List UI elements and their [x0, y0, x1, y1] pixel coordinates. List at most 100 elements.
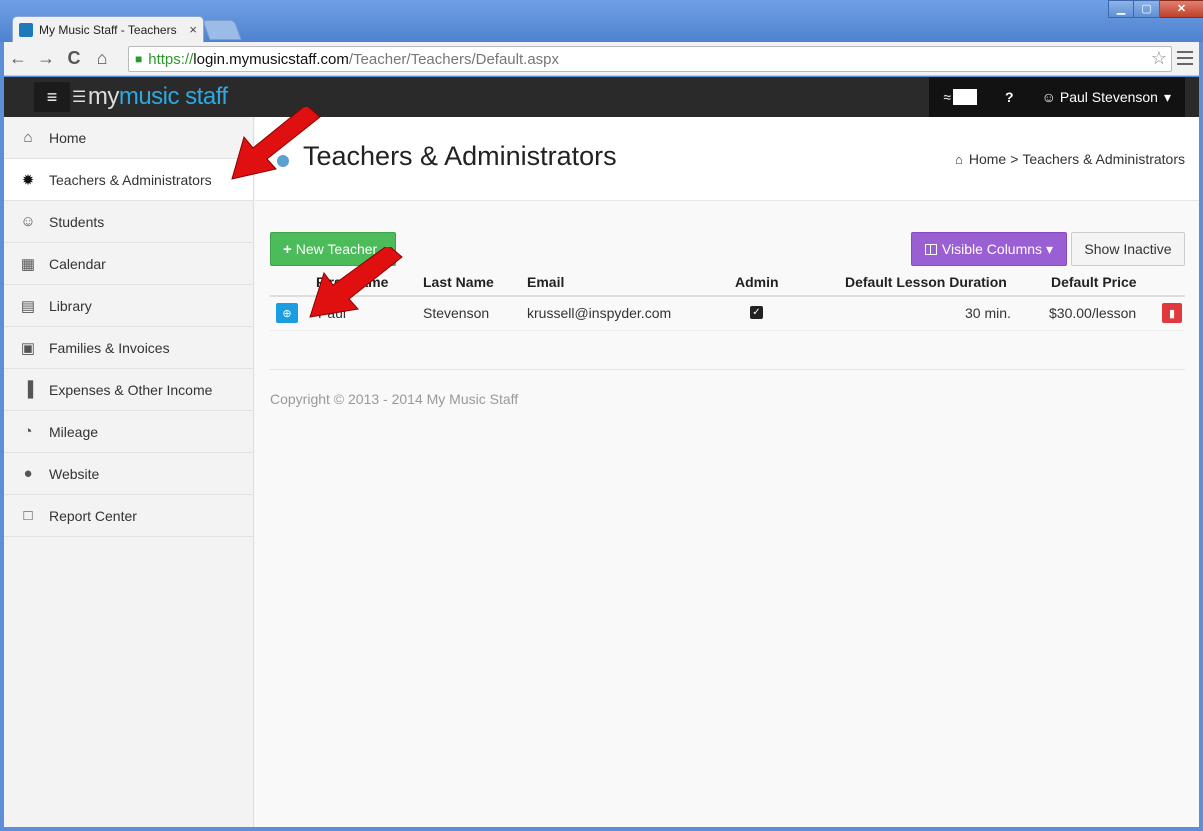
top-navbar: ≡ ☰ my music staff ≈ ? ☺ Paul Stevenson …: [4, 77, 1199, 117]
window-controls: ▁ ▢ ✕: [1108, 0, 1203, 18]
logo[interactable]: ☰ my music staff: [72, 81, 228, 113]
column-header-admin[interactable]: Admin: [735, 274, 779, 290]
breadcrumb-home-link[interactable]: Home: [969, 151, 1006, 167]
divider: [270, 369, 1185, 370]
url-host: login.mymusicstaff.com: [193, 50, 349, 68]
column-header-last-name[interactable]: Last Name: [423, 274, 494, 290]
cell-last-name: Stevenson: [423, 305, 490, 321]
minimize-icon[interactable]: ▁: [1108, 0, 1134, 18]
visible-columns-label: Visible Columns: [941, 241, 1043, 257]
maximize-icon[interactable]: ▢: [1134, 0, 1160, 18]
sidebar-item-families-invoices[interactable]: ▣ Families & Invoices: [4, 327, 253, 369]
sidebar: ⌂ Home ✹ Teachers & Administrators ☺ Stu…: [4, 117, 254, 827]
logo-lines-icon: ☰: [72, 89, 86, 106]
sidebar-item-label: Mileage: [49, 423, 99, 440]
sidebar-item-label: Expenses & Other Income: [49, 381, 213, 398]
help-icon: ?: [1005, 89, 1014, 105]
rss-icon: ≈: [943, 89, 952, 105]
sidebar-item-label: Library: [49, 297, 92, 314]
browser-tab[interactable]: My Music Staff - Teachers ×: [12, 16, 204, 42]
back-icon[interactable]: ←: [4, 45, 32, 73]
sidebar-item-library[interactable]: ▤ Library: [4, 285, 253, 327]
cell-email: krussell@inspyder.com: [527, 305, 672, 321]
globe-icon: ●: [23, 465, 33, 482]
home-icon: ⌂: [23, 129, 33, 146]
cell-first-name: Paul: [318, 305, 347, 321]
logo-my: my: [87, 83, 120, 110]
sidebar-item-label: Report Center: [49, 507, 137, 524]
breadcrumb-home-icon: ⌂: [954, 151, 963, 167]
help-button[interactable]: ?: [991, 77, 1028, 117]
user-icon: ☺: [1041, 89, 1056, 105]
chevron-down-icon: ▾: [1163, 88, 1171, 105]
logo-music-staff: music staff: [118, 83, 228, 110]
table-header: First Name Last Name Email Admin Default…: [270, 267, 1185, 297]
teachers-table: First Name Last Name Email Admin Default…: [270, 267, 1185, 331]
chevron-down-icon: ▾: [1046, 240, 1054, 257]
sidebar-item-expenses[interactable]: ▐ Expenses & Other Income: [4, 369, 253, 411]
reload-icon[interactable]: C: [60, 45, 88, 73]
column-header-price[interactable]: Default Price: [1051, 274, 1137, 290]
home-icon[interactable]: ⌂: [88, 45, 116, 73]
new-teacher-button[interactable]: + New Teacher: [270, 232, 396, 266]
page-title-icon: [277, 155, 289, 167]
sidebar-item-report-center[interactable]: □ Report Center: [4, 495, 253, 537]
admin-checkbox-icon: ✓: [750, 306, 763, 319]
sidebar-item-label: Home: [49, 129, 87, 146]
sidebar-item-label: Website: [49, 465, 100, 482]
table-row: ⊕ Paul Stevenson krussell@inspyder.com ✓…: [270, 297, 1185, 331]
main-content: Teachers & Administrators ⌂ Home > Teach…: [255, 117, 1199, 827]
hamburger-menu-icon[interactable]: ≡: [34, 82, 70, 112]
show-inactive-button[interactable]: Show Inactive: [1071, 232, 1185, 266]
browser-toolbar: ← → C ⌂ ■ https:// login.mymusicstaff.co…: [4, 42, 1199, 76]
user-menu[interactable]: ☺ Paul Stevenson ▾: [1028, 77, 1185, 117]
new-tab-button[interactable]: [202, 20, 242, 40]
visible-columns-button[interactable]: Visible Columns ▾: [911, 232, 1067, 266]
tab-close-icon[interactable]: ×: [189, 22, 197, 37]
browser-window: My Music Staff - Teachers × ▁ ▢ ✕ ← → C …: [0, 0, 1203, 831]
navbar-right: ≈ ? ☺ Paul Stevenson ▾: [929, 77, 1185, 117]
column-header-duration[interactable]: Default Lesson Duration: [845, 274, 1007, 290]
sidebar-item-calendar[interactable]: ▦ Calendar: [4, 243, 253, 285]
gear-badge-icon: ✹: [21, 171, 35, 189]
app: ≡ ☰ my music staff ≈ ? ☺ Paul Stevenson …: [4, 77, 1199, 827]
copyright: Copyright © 2013 - 2014 My Music Staff: [270, 391, 519, 407]
tab-title: My Music Staff - Teachers: [39, 22, 177, 37]
address-bar[interactable]: ■ https:// login.mymusicstaff.com /Teach…: [128, 46, 1172, 72]
zoom-in-icon: ⊕: [282, 307, 292, 320]
chrome-menu-icon[interactable]: [1175, 48, 1195, 68]
sidebar-item-label: Calendar: [49, 255, 106, 272]
url-path: /Teacher/Teachers/Default.aspx: [348, 50, 560, 68]
sidebar-item-website[interactable]: ● Website: [4, 453, 253, 495]
browser-titlebar: My Music Staff - Teachers × ▁ ▢ ✕: [0, 0, 1203, 42]
calendar-icon: ▦: [20, 255, 36, 273]
page-header: Teachers & Administrators ⌂ Home > Teach…: [255, 117, 1199, 201]
sidebar-item-mileage[interactable]: ◔ Mileage: [4, 411, 253, 453]
sidebar-item-teachers[interactable]: ✹ Teachers & Administrators: [4, 159, 253, 201]
page-title: Teachers & Administrators: [303, 141, 617, 171]
column-header-email[interactable]: Email: [527, 274, 564, 290]
plus-icon: +: [283, 240, 292, 258]
new-teacher-label: New Teacher: [295, 241, 378, 257]
bookmark-star-icon[interactable]: ☆: [1151, 48, 1167, 69]
sidebar-item-label: Students: [49, 213, 105, 230]
sidebar-item-label: Families & Invoices: [49, 339, 170, 356]
lock-icon: ■: [135, 52, 143, 66]
sidebar-item-students[interactable]: ☺ Students: [4, 201, 253, 243]
trash-icon: ▮: [1168, 307, 1176, 320]
view-details-button[interactable]: ⊕: [276, 303, 298, 323]
user-name: Paul Stevenson: [1059, 89, 1158, 105]
favicon-icon: [19, 22, 33, 37]
sidebar-item-home[interactable]: ⌂ Home: [4, 117, 253, 159]
breadcrumb: ⌂ Home > Teachers & Administrators: [955, 151, 1185, 167]
forward-icon[interactable]: →: [32, 45, 60, 73]
cell-duration: 30 min.: [965, 305, 1011, 321]
sidebar-item-label: Teachers & Administrators: [49, 171, 212, 188]
rss-feed-button[interactable]: ≈: [929, 77, 991, 117]
columns-icon: [924, 243, 937, 255]
bar-chart-icon: ▐: [22, 381, 34, 398]
window-close-icon[interactable]: ✕: [1160, 0, 1203, 18]
document-icon: □: [23, 507, 33, 524]
delete-button[interactable]: ▮: [1162, 303, 1182, 323]
column-header-first-name[interactable]: First Name: [316, 274, 388, 290]
